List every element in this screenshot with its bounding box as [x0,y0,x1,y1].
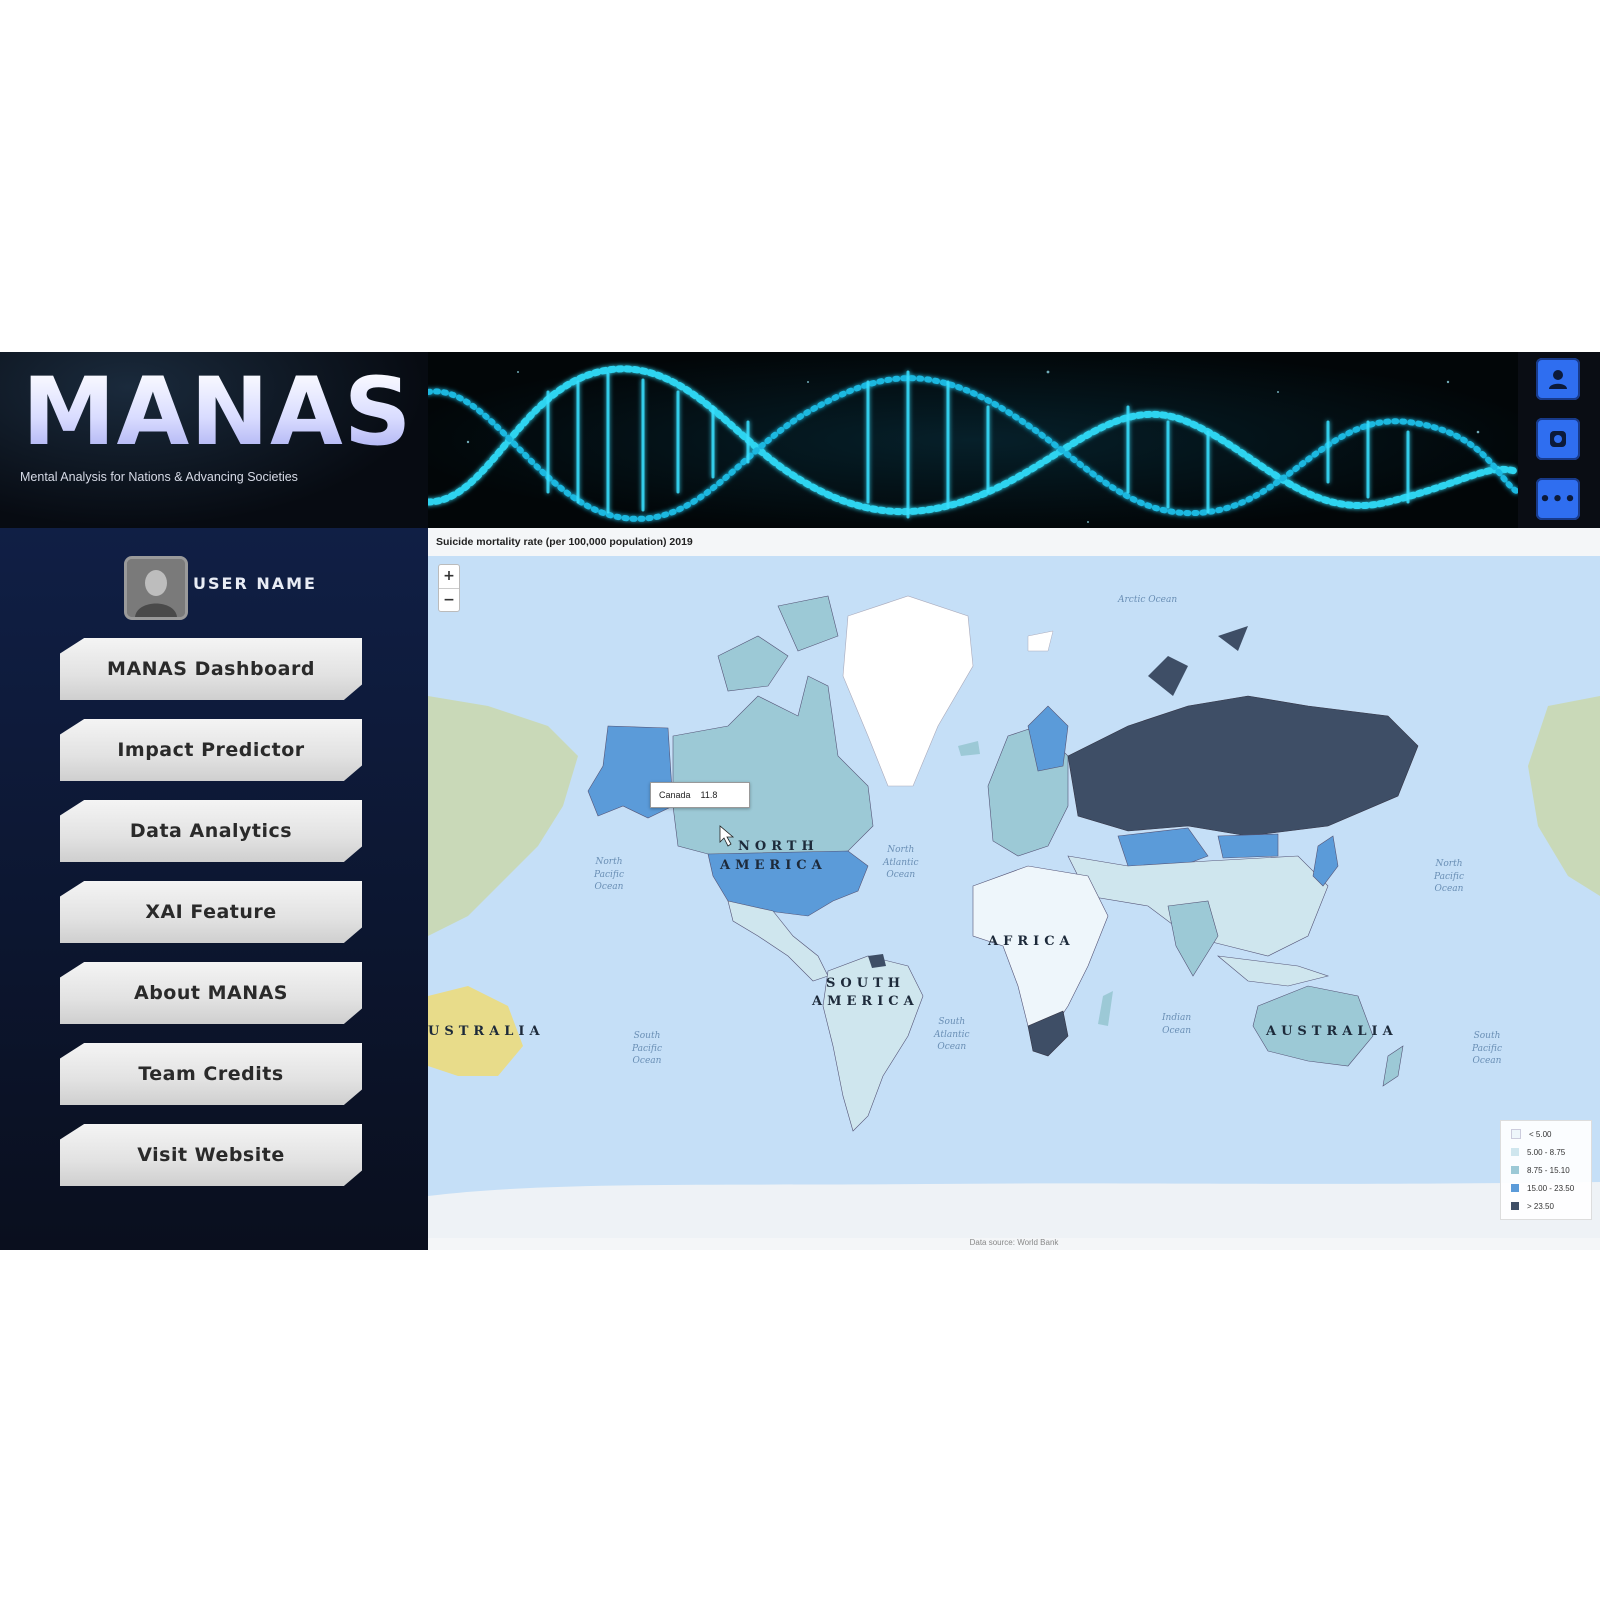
zoom-in-button[interactable]: + [439,565,459,589]
legend-row: > 23.50 [1505,1197,1587,1215]
profile-button[interactable] [1536,358,1580,400]
landmass-asia-west [428,696,578,936]
country-new-zealand [1382,1045,1404,1087]
nav-team-credits[interactable]: Team Credits [60,1043,362,1105]
choropleth-map[interactable]: + − Canada 11.8 Arctic Ocean North Pacif… [428,556,1600,1238]
tooltip-country: Canada [659,790,691,800]
nav-xai-feature[interactable]: XAI Feature [60,881,362,943]
landmass-asia-east [1528,696,1600,896]
continent-label-north-america-2: AMERICA [720,858,827,873]
legend-label: 8.75 - 15.10 [1527,1165,1570,1175]
tooltip-value: 11.8 [700,790,718,800]
landmass-greenland [842,595,974,787]
nav-impact-predictor[interactable]: Impact Predictor [60,719,362,781]
app-logo-subtitle: Mental Analysis for Nations & Advancing … [20,470,298,484]
user-portrait-icon [127,559,185,617]
app-window: MANAS Mental Analysis for Nations & Adva… [0,352,1600,1250]
ocean-label-indian: Indian Ocean [1162,1013,1192,1036]
landmass-indonesia [1217,955,1330,987]
landmass-svalbard [1027,630,1054,652]
legend-label: > 23.50 [1527,1201,1554,1211]
continent-label-north-america-1: NORTH [738,839,819,854]
app-logo-title: MANAS [22,358,413,467]
logo-block: MANAS Mental Analysis for Nations & Adva… [0,352,428,528]
legend-row: < 5.00 [1505,1125,1587,1143]
map-title: Suicide mortality rate (per 100,000 popu… [436,536,693,548]
continent-label-africa: AFRICA [988,934,1075,949]
more-options-button[interactable]: ••• [1536,478,1580,520]
landmass-iceland [958,741,980,756]
ocean-label-south-atlantic: South Atlantic Ocean [934,1017,970,1053]
legend-label: 15.00 - 23.50 [1527,1183,1575,1193]
continent-label-australia: AUSTRALIA [1266,1024,1398,1039]
legend-swatch [1511,1166,1519,1174]
legend-label: 5.00 - 8.75 [1527,1147,1566,1157]
legend-swatch [1511,1184,1519,1192]
map-panel: Suicide mortality rate (per 100,000 popu… [428,528,1600,1250]
continent-label-australia-west: USTRALIA [428,1024,545,1039]
nav-manas-dashboard[interactable]: MANAS Dashboard [60,638,362,700]
header-actions: ••• [1518,352,1600,528]
legend-swatch [1511,1148,1519,1156]
legend-row: 8.75 - 15.10 [1505,1161,1587,1179]
landmass-antarctica [428,1182,1600,1238]
landmass-africa [972,865,1109,1037]
avatar[interactable] [124,556,188,620]
sidebar: USER NAME MANAS Dashboard Impact Predict… [0,528,428,1250]
nav-about-manas[interactable]: About MANAS [60,962,362,1024]
ocean-label-north-pacific-east: North Pacific Ocean [1434,859,1464,895]
ocean-label-north-atlantic: North Atlantic Ocean [883,845,919,881]
continent-label-south-america-1: SOUTH [826,976,906,991]
camera-icon [1550,431,1566,447]
legend-swatch [1511,1202,1519,1210]
map-legend: < 5.00 5.00 - 8.75 8.75 - 15.10 15.00 - … [1500,1120,1592,1220]
legend-row: 15.00 - 23.50 [1505,1179,1587,1197]
more-icon: ••• [1539,488,1577,510]
zoom-out-button[interactable]: − [439,589,459,612]
country-japan [1312,835,1339,887]
header: MANAS Mental Analysis for Nations & Adva… [0,352,1600,528]
continent-label-south-america-2: AMERICA [812,994,919,1009]
media-button[interactable] [1536,418,1580,460]
country-mongolia [1217,833,1279,859]
map-tooltip: Canada 11.8 [650,782,750,808]
ocean-label-north-pacific: North Pacific Ocean [594,857,624,893]
map-source-note: Data source: World Bank [969,1238,1059,1247]
nav-visit-website[interactable]: Visit Website [60,1124,362,1186]
user-name: USER NAME [193,574,317,593]
ocean-label-arctic: Arctic Ocean [1118,595,1178,605]
ocean-label-south-pacific: South Pacific Ocean [632,1031,662,1067]
legend-row: 5.00 - 8.75 [1505,1143,1587,1161]
country-russia [1067,695,1419,837]
landmass-novaya-zemlya [1148,626,1248,696]
country-canada [672,675,874,857]
country-madagascar [1098,991,1113,1026]
legend-label: < 5.00 [1529,1129,1552,1139]
user-icon [1549,370,1567,389]
zoom-control: + − [438,564,460,612]
ocean-label-south-pacific-east: South Pacific Ocean [1472,1031,1502,1067]
legend-swatch [1511,1129,1521,1139]
landmass-canada-islands [717,595,839,692]
dna-banner-image [428,352,1518,528]
country-india [1167,900,1219,977]
nav-data-analytics[interactable]: Data Analytics [60,800,362,862]
